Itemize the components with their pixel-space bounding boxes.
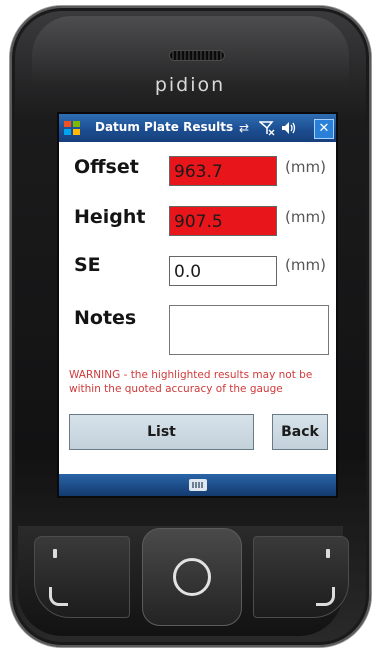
list-button[interactable]: List xyxy=(69,414,254,450)
se-unit: (mm) xyxy=(285,256,326,274)
offset-unit: (mm) xyxy=(285,158,326,176)
windows-flag-icon[interactable] xyxy=(63,120,81,136)
speaker-icon[interactable] xyxy=(280,120,298,140)
notes-label: Notes xyxy=(74,307,137,329)
title-bar: Datum Plate Results ⇄ ✕ xyxy=(59,114,336,142)
notes-field[interactable] xyxy=(169,305,329,355)
results-form: Offset 963.7 (mm) Height 907.5 (mm) SE 0… xyxy=(59,142,336,474)
right-softkey-corner-icon xyxy=(316,587,335,606)
se-field[interactable]: 0.0 xyxy=(169,256,277,286)
height-unit: (mm) xyxy=(285,208,326,226)
device-screen: Datum Plate Results ⇄ ✕ Offset 963.7 (mm… xyxy=(59,114,336,496)
home-button[interactable] xyxy=(142,528,242,626)
home-ring-icon xyxy=(173,558,211,596)
earpiece-speaker xyxy=(170,51,224,60)
right-softkey[interactable] xyxy=(253,536,349,618)
back-button[interactable]: Back xyxy=(272,414,328,450)
left-softkey-dot xyxy=(53,549,57,558)
height-label: Height xyxy=(74,206,146,228)
se-label: SE xyxy=(74,254,101,276)
app-title: Datum Plate Results xyxy=(95,120,234,134)
left-softkey[interactable] xyxy=(34,536,130,618)
no-signal-icon[interactable] xyxy=(257,120,275,140)
left-softkey-corner-icon xyxy=(49,587,68,606)
keyboard-icon[interactable] xyxy=(189,479,207,491)
accuracy-warning: WARNING - the highlighted results may no… xyxy=(69,369,313,395)
right-softkey-dot xyxy=(326,549,330,558)
close-button[interactable]: ✕ xyxy=(314,119,334,139)
menu-bar xyxy=(59,474,336,496)
height-field[interactable]: 907.5 xyxy=(169,206,277,236)
sync-arrows-icon[interactable]: ⇄ xyxy=(239,120,249,136)
offset-label: Offset xyxy=(74,156,139,178)
offset-field[interactable]: 963.7 xyxy=(169,156,277,186)
device-brand-logo: pidion xyxy=(154,74,226,96)
